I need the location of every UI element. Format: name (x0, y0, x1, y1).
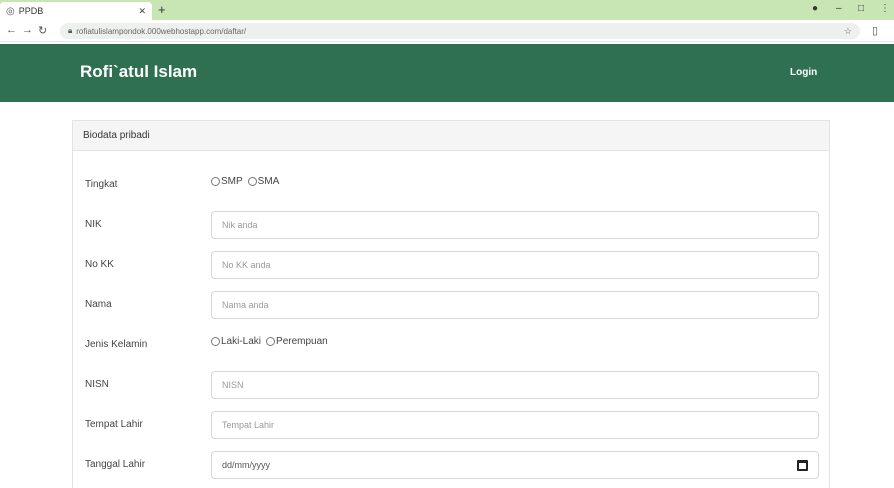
maximize-button[interactable]: □ (858, 3, 864, 14)
radio-circle-icon[interactable] (247, 177, 257, 186)
radio-laki-laki[interactable]: Laki-Laki (211, 336, 261, 347)
new-tab-button[interactable]: + (158, 2, 166, 17)
forward-icon[interactable]: → (22, 24, 33, 36)
back-icon[interactable]: ← (6, 24, 17, 36)
lock-icon: 🔒︎ (68, 26, 73, 35)
nisn-label: NISN (85, 379, 109, 390)
radio-circle-icon[interactable] (211, 177, 220, 186)
browser-tab-bar: ◎ PPDB ✕ + ● – □ ⋮ (0, 0, 894, 20)
nokk-label: No KK (85, 259, 114, 270)
radio-sma-label: SMA (257, 176, 280, 187)
tab-title: PPDB (18, 6, 44, 16)
biodata-card: Biodata pribadi Tingkat SMP SMA NIK No K… (72, 120, 830, 488)
nisn-row: NISN (73, 371, 831, 401)
card-title: Biodata pribadi (73, 121, 829, 151)
profile-icon[interactable]: ● (812, 3, 818, 14)
radio-perempuan-label: Perempuan (276, 336, 328, 347)
nokk-input[interactable] (211, 251, 819, 279)
tingkat-label: Tingkat (85, 179, 118, 190)
radio-sma[interactable]: SMA (247, 176, 280, 187)
login-link[interactable]: Login (790, 67, 817, 78)
nik-row: NIK (73, 211, 831, 241)
address-bar-row: ← → ↻ 🔒︎ rofiatulislampondok.000webhosta… (0, 20, 894, 42)
tingkat-row: Tingkat SMP SMA (73, 171, 831, 201)
tanggal-lahir-label: Tanggal Lahir (85, 459, 146, 470)
globe-icon: ◎ (6, 5, 15, 17)
reload-icon[interactable]: ↻ (38, 24, 47, 37)
nama-row: Nama (73, 291, 831, 321)
tanggal-lahir-input[interactable]: dd/mm/yyyy (211, 451, 819, 479)
jenis-kelamin-label: Jenis Kelamin (85, 339, 148, 350)
jenis-kelamin-radio-group: Laki-Laki Perempuan (211, 336, 331, 347)
nisn-input[interactable] (211, 371, 819, 399)
nik-input[interactable] (211, 211, 819, 239)
browser-tab[interactable]: ◎ PPDB ✕ (0, 2, 152, 20)
url-text: rofiatulislampondok.000webhostapp.com/da… (76, 26, 247, 36)
radio-smp[interactable]: SMP (211, 176, 243, 187)
site-brand[interactable]: Rofi`atul Islam (80, 62, 197, 82)
nik-label: NIK (85, 219, 102, 230)
nokk-row: No KK (73, 251, 831, 281)
tingkat-radio-group: SMP SMA (211, 176, 282, 187)
more-icon[interactable]: ⋮ (880, 3, 890, 14)
close-tab-icon[interactable]: ✕ (138, 6, 146, 17)
url-field[interactable]: 🔒︎ rofiatulislampondok.000webhostapp.com… (60, 23, 860, 39)
nama-input[interactable] (211, 291, 819, 319)
radio-smp-label: SMP (221, 176, 243, 187)
site-header: Rofi`atul Islam Login (0, 44, 894, 102)
radio-circle-icon[interactable] (211, 337, 220, 346)
tempat-lahir-row: Tempat Lahir (73, 411, 831, 441)
calendar-icon[interactable] (797, 460, 808, 471)
bookmark-star-icon[interactable]: ☆ (844, 26, 852, 37)
extension-icon[interactable]: ▯ (872, 24, 878, 37)
tempat-lahir-label: Tempat Lahir (85, 419, 143, 430)
radio-laki-laki-label: Laki-Laki (221, 336, 262, 347)
tanggal-lahir-row: Tanggal Lahir dd/mm/yyyy (73, 451, 831, 481)
radio-circle-icon[interactable] (266, 337, 276, 346)
jenis-kelamin-row: Jenis Kelamin Laki-Laki Perempuan (73, 331, 831, 361)
nama-label: Nama (85, 299, 112, 310)
radio-perempuan[interactable]: Perempuan (266, 336, 328, 347)
minimize-button[interactable]: – (836, 3, 842, 14)
date-placeholder: dd/mm/yyyy (222, 460, 271, 470)
tempat-lahir-input[interactable] (211, 411, 819, 439)
